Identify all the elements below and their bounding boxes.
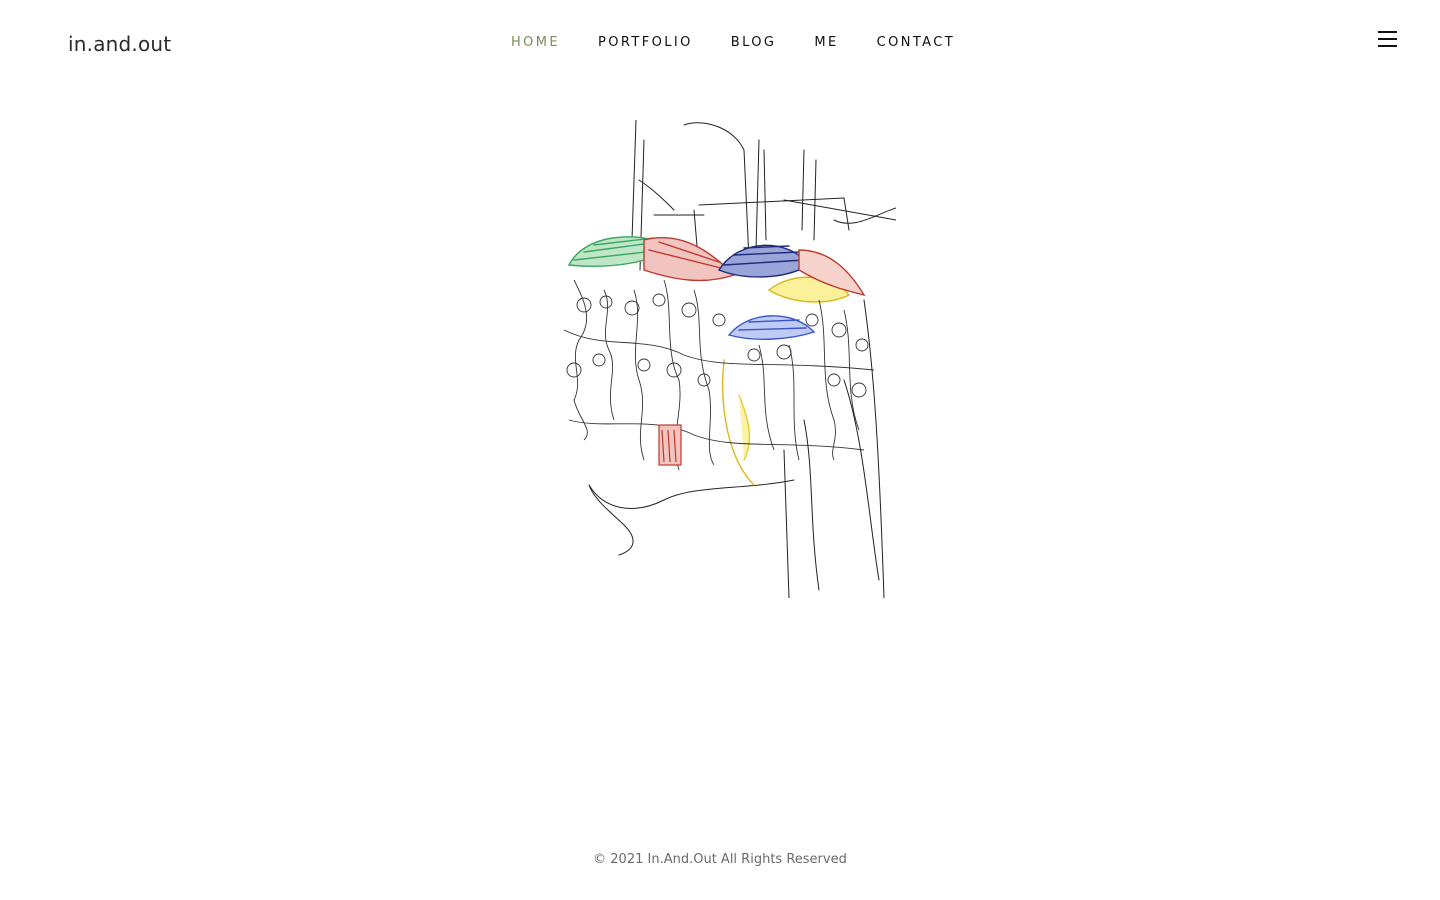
hamburger-icon[interactable] (1378, 31, 1397, 48)
nav-item-contact[interactable]: CONTACT (877, 35, 955, 50)
artwork-image (563, 120, 896, 598)
nav-item-home[interactable]: HOME (511, 35, 560, 50)
site-logo[interactable]: in.and.out (68, 32, 171, 56)
main-nav: HOME PORTFOLIO BLOG ME CONTACT (511, 35, 993, 50)
nav-item-portfolio[interactable]: PORTFOLIO (598, 35, 693, 50)
footer-copyright: © 2021 In.And.Out All Rights Reserved (593, 852, 847, 867)
nav-item-blog[interactable]: BLOG (731, 35, 777, 50)
page: in.and.out HOME PORTFOLIO BLOG ME CONTAC… (0, 0, 1440, 900)
nav-item-me[interactable]: ME (814, 35, 838, 50)
